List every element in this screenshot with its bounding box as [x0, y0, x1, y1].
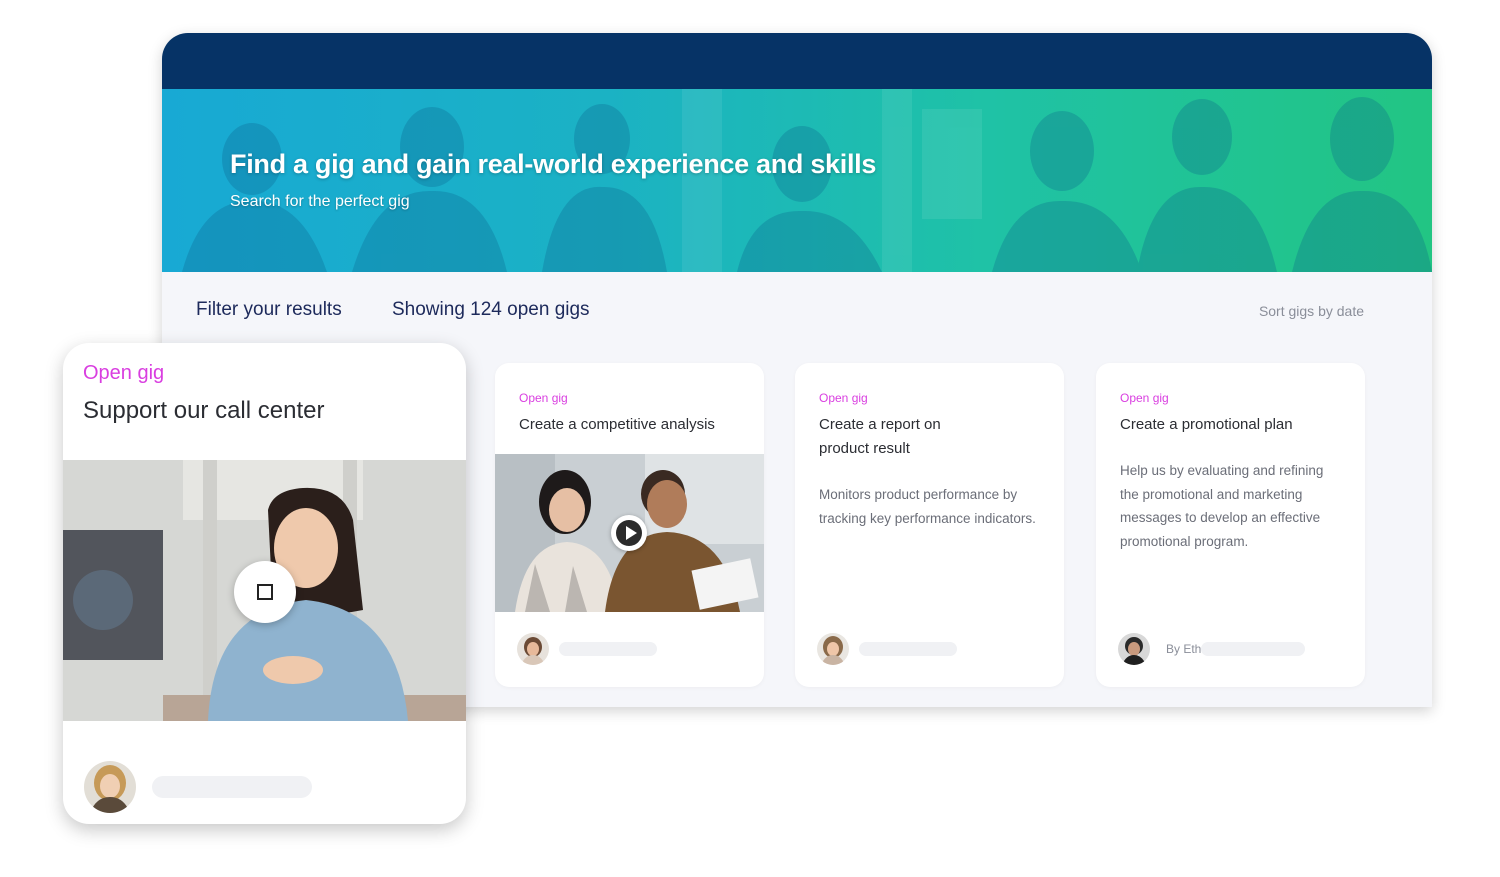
avatar — [817, 633, 849, 665]
gig-card-footer — [517, 633, 657, 665]
gig-title: Support our call center — [83, 397, 325, 424]
gig-status-tag: Open gig — [83, 362, 165, 384]
gig-description: Monitors product performance by tracking… — [819, 487, 1036, 526]
gig-status-tag: Open gig — [1120, 391, 1169, 405]
hero-subtitle: Search for the perfect gig — [230, 193, 410, 210]
gig-card-footer — [817, 633, 957, 665]
filter-results-link[interactable]: Filter your results — [196, 299, 342, 321]
stop-icon[interactable] — [234, 561, 296, 623]
results-count: Showing 124 open gigs — [392, 299, 590, 320]
gig-card-promotional-plan[interactable]: Open gig Create a promotional plan Help … — [1096, 363, 1365, 687]
author-placeholder — [559, 642, 657, 656]
gig-card-product-report[interactable]: Open gig Create a report on product resu… — [795, 363, 1064, 687]
author-placeholder — [1201, 642, 1306, 656]
video-player[interactable] — [63, 460, 466, 721]
avatar — [1118, 633, 1150, 665]
featured-gig-card[interactable]: Open gig Support our call center — [63, 343, 466, 824]
top-nav-bar — [162, 33, 1432, 89]
gig-card-footer — [84, 761, 312, 813]
gig-title: Create a competitive analysis — [519, 416, 715, 433]
author-placeholder — [859, 642, 957, 656]
play-icon[interactable] — [611, 515, 647, 551]
gig-card-footer: By Eth — [1118, 633, 1306, 665]
avatar — [84, 761, 136, 813]
gig-title: Create a report on product result — [819, 416, 941, 457]
hero-banner: Find a gig and gain real-world experienc… — [162, 89, 1432, 272]
hero-title: Find a gig and gain real-world experienc… — [230, 149, 877, 179]
video-thumbnail[interactable] — [495, 454, 764, 612]
hero-background-people — [182, 89, 1432, 272]
sort-dropdown[interactable]: Sort gigs by date — [1259, 303, 1364, 319]
author-placeholder — [152, 776, 312, 798]
avatar — [517, 633, 549, 665]
gig-status-tag: Open gig — [519, 391, 568, 405]
gig-title: Create a promotional plan — [1120, 416, 1293, 433]
gig-status-tag: Open gig — [819, 391, 868, 405]
gig-description: Help us by evaluating and refining the p… — [1120, 463, 1324, 549]
author-name: By Eth — [1166, 642, 1202, 656]
gig-card-competitive-analysis[interactable]: Open gig Create a competitive analysis — [495, 363, 764, 687]
